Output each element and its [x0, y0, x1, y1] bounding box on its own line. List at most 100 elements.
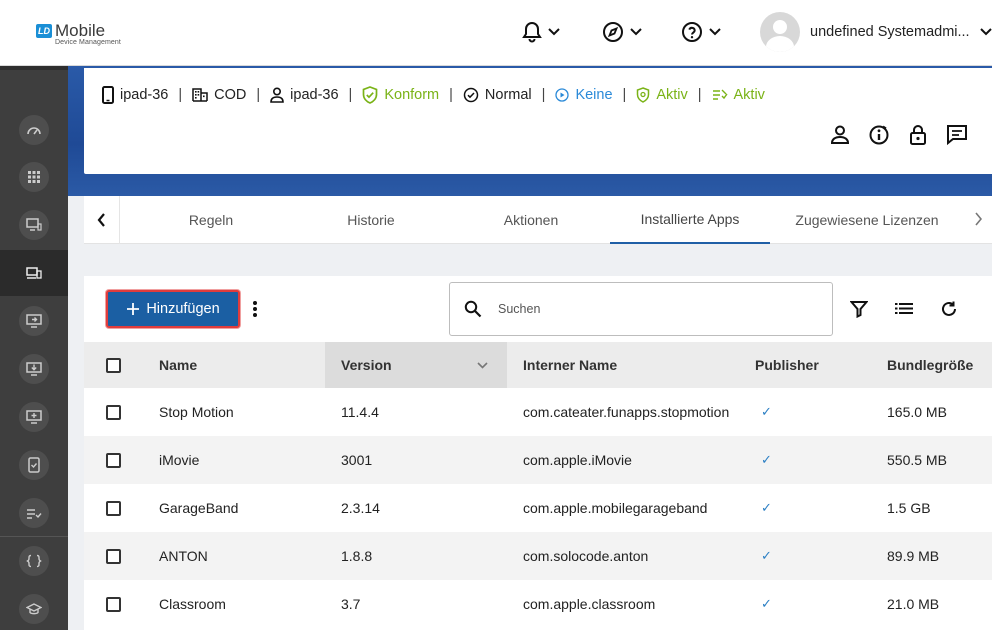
row-checkbox[interactable] [106, 404, 121, 420]
sidebar-item-distribution[interactable] [0, 346, 68, 392]
column-header-name[interactable]: Name [159, 342, 197, 388]
row-checkbox[interactable] [106, 596, 121, 612]
app-name: GarageBand [159, 500, 239, 516]
table-row[interactable]: Classroom 3.7 com.apple.classroom ✓ 21.0… [84, 580, 992, 628]
device-name: ipad-36 [102, 86, 168, 104]
notifications-menu[interactable] [522, 21, 560, 43]
device-actions [830, 124, 968, 146]
tabs-scroll-left-button[interactable] [84, 196, 120, 244]
columns-button[interactable] [894, 300, 914, 321]
sidebar-item-compliance[interactable] [0, 442, 68, 488]
row-checkbox[interactable] [106, 500, 121, 516]
list-check-icon [712, 89, 728, 100]
sidebar-item-devices[interactable] [0, 250, 68, 296]
play-circle-icon [555, 88, 570, 102]
refresh-icon [942, 301, 956, 316]
refresh-button[interactable] [940, 300, 958, 323]
select-all-checkbox[interactable] [106, 357, 121, 373]
sort-toggle[interactable] [477, 342, 488, 388]
person-icon [270, 87, 284, 103]
app-internal-name: com.solocode.anton [523, 548, 649, 564]
chevron-down-icon [548, 28, 560, 36]
table-header: Name Version Interner Name Publisher Bun… [84, 342, 992, 388]
help-menu[interactable] [681, 21, 721, 43]
search-input[interactable] [498, 302, 798, 316]
app-bundle-size: 1.5 GB [887, 500, 931, 516]
message-icon[interactable] [946, 124, 968, 146]
row-checkbox[interactable] [106, 548, 121, 564]
monitor-icon [26, 218, 42, 231]
circle-check-icon [463, 87, 479, 103]
column-header-publisher[interactable]: Publisher [755, 342, 819, 388]
top-bar: LD Mobile Device Management undefined Sy… [0, 0, 992, 66]
user-name: undefined Systemadmi... [810, 24, 970, 40]
info-icon[interactable] [868, 124, 890, 146]
chevron-down-icon [630, 28, 642, 36]
chevron-left-icon [97, 213, 105, 227]
publisher-check-icon: ✓ [761, 548, 772, 563]
avatar [760, 12, 800, 52]
list-icon [895, 303, 913, 314]
chevron-down-icon [709, 28, 721, 36]
logo-badge: LD [36, 24, 52, 38]
add-button[interactable]: Hinzufügen [106, 290, 240, 328]
speedometer-icon [27, 127, 41, 135]
user-icon[interactable] [830, 124, 850, 146]
column-header-bundle-size[interactable]: Bundlegröße [887, 342, 973, 388]
search-icon [464, 300, 482, 318]
tabs-scroll-right-button[interactable] [974, 212, 983, 231]
graduation-cap-icon [26, 603, 42, 615]
app-logo[interactable]: LD Mobile Device Management [36, 22, 121, 47]
filter-button[interactable] [849, 300, 869, 323]
sidebar-item-scripts[interactable] [0, 538, 68, 584]
app-internal-name: com.apple.iMovie [523, 452, 632, 468]
sidebar-item-monitoring[interactable] [0, 202, 68, 248]
tab-aktionen[interactable]: Aktionen [460, 196, 602, 244]
sidebar [0, 66, 68, 630]
tab-zugewiesene-lizenzen[interactable]: Zugewiesene Lizenzen [784, 196, 950, 244]
explore-menu[interactable] [602, 21, 642, 43]
app-bundle-size: 165.0 MB [887, 404, 947, 420]
add-screen-icon [26, 410, 42, 424]
table-row[interactable]: Stop Motion 11.4.4 com.cateater.funapps.… [84, 388, 992, 436]
column-header-version[interactable]: Version [341, 342, 392, 388]
grid-icon [28, 171, 40, 183]
lost-mode-status: Keine [555, 87, 613, 103]
table-row[interactable]: GarageBand 2.3.14 com.apple.mobilegarage… [84, 484, 992, 532]
policy-status: Aktiv [712, 87, 765, 103]
building-icon [192, 88, 208, 102]
detail-tabs: Regeln Historie Aktionen Installierte Ap… [84, 196, 992, 244]
column-header-internal-name[interactable]: Interner Name [523, 342, 617, 388]
publisher-check-icon: ✓ [761, 500, 772, 515]
screen-arrow-icon [26, 314, 42, 328]
user-menu[interactable]: undefined Systemadmi... [760, 12, 992, 52]
tab-regeln[interactable]: Regeln [140, 196, 282, 244]
braces-icon [26, 554, 42, 568]
search-box[interactable] [449, 282, 833, 336]
lock-icon[interactable] [908, 124, 928, 146]
sidebar-item-add-device[interactable] [0, 394, 68, 440]
chevron-down-icon [979, 28, 992, 36]
compliance-status: Konform [362, 86, 439, 104]
sidebar-item-remote[interactable] [0, 298, 68, 344]
app-internal-name: com.cateater.funapps.stopmotion [523, 403, 730, 420]
app-name: Stop Motion [159, 404, 234, 420]
sidebar-item-apps[interactable] [0, 154, 68, 200]
tab-historie[interactable]: Historie [300, 196, 442, 244]
sidebar-item-training[interactable] [0, 586, 68, 630]
list-check-icon [27, 509, 42, 519]
table-row[interactable]: iMovie 3001 com.apple.iMovie ✓ 550.5 MB [84, 436, 992, 484]
app-version: 3.7 [341, 596, 361, 612]
logo-name: Mobile [55, 21, 106, 40]
sidebar-item-dashboard[interactable] [0, 107, 68, 153]
table-row[interactable]: ANTON 1.8.8 com.solocode.anton ✓ 89.9 MB [84, 532, 992, 580]
sidebar-item-policies[interactable] [0, 490, 68, 536]
tab-installierte-apps[interactable]: Installierte Apps [610, 196, 770, 244]
filter-icon [849, 301, 869, 319]
more-options-button[interactable] [252, 300, 258, 323]
plus-icon [127, 303, 140, 315]
row-checkbox[interactable] [106, 452, 121, 468]
kebab-menu-icon [253, 301, 257, 317]
device-summary-card: ipad-36 | COD | ipad-36 | Konform | Norm… [84, 68, 992, 174]
device-user[interactable]: ipad-36 [270, 87, 339, 103]
